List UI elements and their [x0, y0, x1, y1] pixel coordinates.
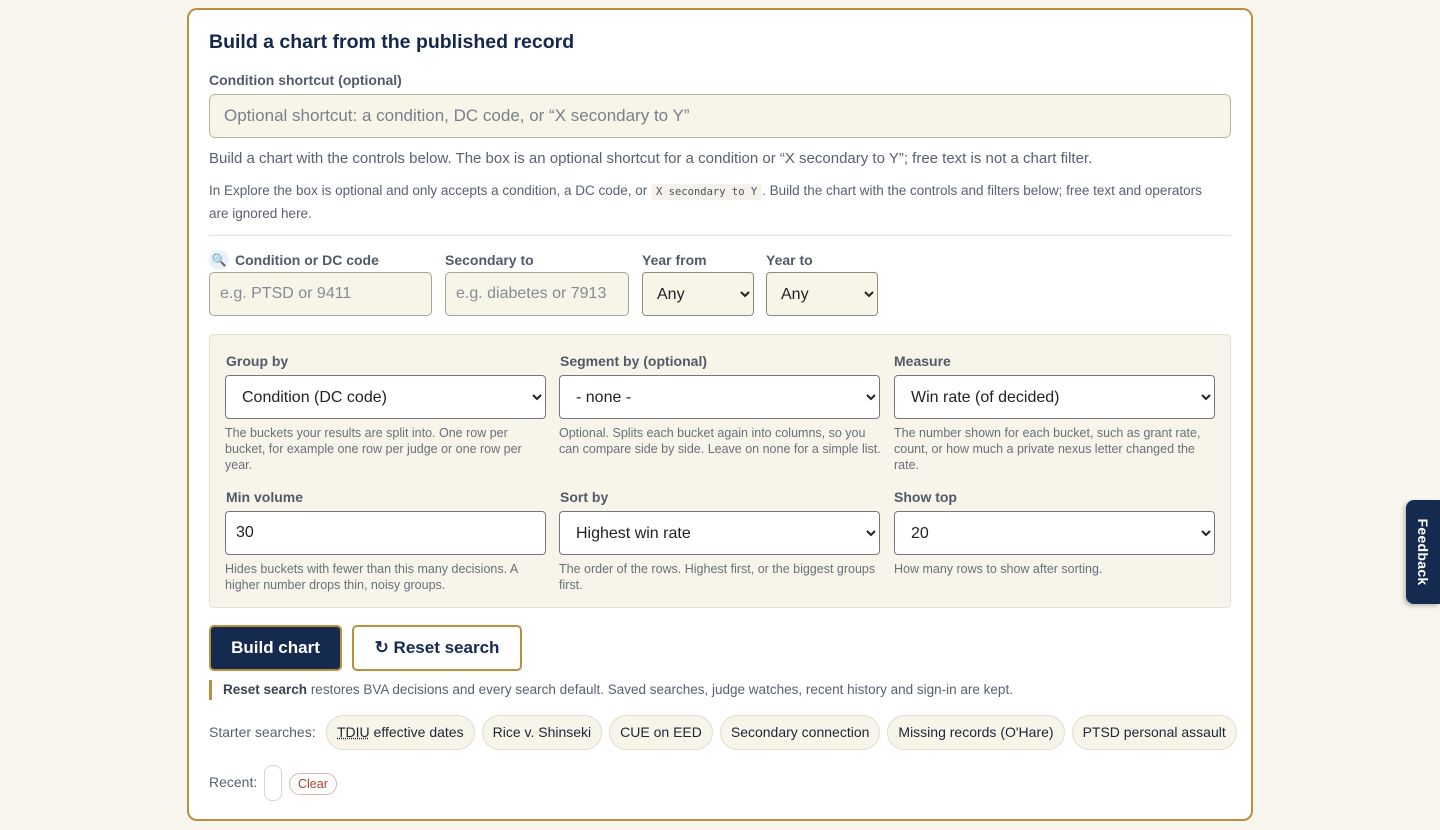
secondary-label: Secondary to: [445, 252, 534, 268]
explore-help-part-a: In Explore the box is optional and only …: [209, 183, 652, 198]
min-volume-control: [225, 511, 546, 555]
year-from-field: Year from Any: [642, 250, 754, 316]
shortcut-label: Condition shortcut (optional): [209, 72, 402, 88]
group-by-label: Group by: [226, 353, 289, 369]
tdiu-chip-text: effective dates: [369, 724, 464, 740]
recent-list: [264, 765, 282, 801]
segment-by-control: - none -: [559, 375, 880, 419]
year-to-field: Year to Any: [766, 250, 878, 316]
measure-select[interactable]: Win rate (of decided): [894, 375, 1215, 419]
page-title: Build a chart from the published record: [209, 31, 575, 53]
reset-note-text: restores BVA decisions and every search …: [307, 682, 1013, 697]
group-by-select[interactable]: Condition (DC code): [225, 375, 546, 419]
chart-builder-card: Build a chart from the published record …: [187, 8, 1253, 821]
min-volume-input[interactable]: [225, 511, 546, 555]
show-top-label: Show top: [894, 489, 957, 505]
tdiu-abbr: TDIU: [337, 724, 370, 740]
divider: [209, 235, 1231, 236]
starter-chip-secondary[interactable]: Secondary connection: [719, 715, 881, 750]
year-from-label: Year from: [642, 252, 707, 268]
measure-label: Measure: [894, 353, 951, 369]
secondary-input[interactable]: [445, 272, 629, 316]
condition-input[interactable]: [209, 272, 432, 316]
starter-chip-tdiu[interactable]: TDIU effective dates: [326, 715, 475, 750]
clear-recent-button[interactable]: Clear: [289, 773, 337, 795]
explore-help-text: In Explore the box is optional and only …: [209, 180, 1219, 224]
build-chart-button[interactable]: Build chart: [209, 625, 342, 671]
min-volume-hint: Hides buckets with fewer than this many …: [225, 562, 518, 592]
year-to-label: Year to: [766, 252, 813, 268]
sort-by-hint: The order of the rows. Highest first, or…: [559, 562, 876, 592]
measure-control: Win rate (of decided): [894, 375, 1215, 419]
feedback-label: Feedback: [1415, 518, 1431, 586]
segment-by-hint: Optional. Splits each bucket again into …: [559, 426, 881, 456]
starter-chip-ptsd[interactable]: PTSD personal assault: [1071, 715, 1237, 750]
starter-searches-label: Starter searches:: [209, 724, 316, 740]
reset-search-button[interactable]: ↻ Reset search: [352, 625, 522, 671]
syntax-code: X secondary to Y: [651, 184, 763, 200]
show-top-hint: How many rows to show after sorting.: [894, 562, 1103, 576]
starter-chip-cue[interactable]: CUE on EED: [609, 715, 713, 750]
segment-by-label: Segment by (optional): [560, 353, 707, 369]
sort-by-select[interactable]: Highest win rate: [559, 511, 880, 555]
feedback-tab[interactable]: Feedback: [1406, 500, 1440, 604]
help-text: Build a chart with the controls below. T…: [209, 150, 1093, 167]
min-volume-label: Min volume: [226, 489, 304, 505]
starter-chip-missing-records[interactable]: Missing records (O'Hare): [887, 715, 1065, 750]
sort-by-label: Sort by: [560, 489, 609, 505]
measure-hint: The number shown for each bucket, such a…: [894, 426, 1201, 472]
starter-chips: TDIU effective dates Rice v. Shinseki CU…: [326, 715, 1237, 750]
recent-label: Recent:: [209, 774, 258, 790]
search-icon: 🔍: [209, 250, 229, 271]
secondary-field: Secondary to: [445, 250, 629, 316]
show-top-select[interactable]: 20: [894, 511, 1215, 555]
year-from-select[interactable]: Any: [642, 272, 754, 316]
group-by-control: Condition (DC code): [225, 375, 546, 419]
sort-by-control: Highest win rate: [559, 511, 880, 555]
reset-note: Reset search restores BVA decisions and …: [209, 680, 1013, 700]
segment-by-select[interactable]: - none -: [559, 375, 880, 419]
reset-note-bold: Reset search: [223, 682, 308, 697]
year-to-select[interactable]: Any: [766, 272, 878, 316]
condition-field: 🔍 Condition or DC code: [209, 250, 432, 316]
shortcut-input[interactable]: [209, 94, 1231, 138]
starter-chip-rice[interactable]: Rice v. Shinseki: [481, 715, 603, 750]
show-top-control: 20: [894, 511, 1215, 555]
group-by-hint: The buckets your results are split into.…: [225, 426, 522, 472]
condition-label-text: Condition or DC code: [235, 252, 379, 268]
condition-label: 🔍 Condition or DC code: [209, 250, 432, 272]
chart-options-panel: Group by Condition (DC code) The buckets…: [209, 334, 1231, 608]
